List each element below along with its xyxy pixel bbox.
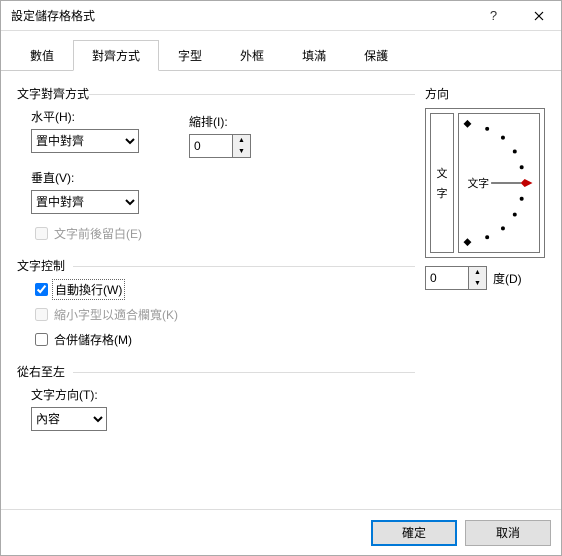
dialog-window: 設定儲存格格式 ? 數值 對齊方式 字型 外框 填滿 保護 文字對齊方式 水平(… xyxy=(0,0,562,556)
label-horizontal: 水平(H): xyxy=(31,108,167,125)
orientation-dial[interactable]: 文字 xyxy=(458,113,540,253)
ok-button[interactable]: 確定 xyxy=(371,520,457,546)
checkbox-wrap-text[interactable]: 自動換行(W) xyxy=(31,280,415,299)
window-title: 設定儲存格格式 xyxy=(11,7,471,24)
label-vertical: 垂直(V): xyxy=(31,169,415,186)
degree-down[interactable]: ▼ xyxy=(469,278,486,289)
orientation-control[interactable]: 文 字 文字 xyxy=(425,108,545,258)
merge-input[interactable] xyxy=(35,333,48,346)
svg-text:文字: 文字 xyxy=(467,176,489,190)
close-icon xyxy=(534,11,544,21)
group-text-alignment: 文字對齊方式 xyxy=(17,85,415,102)
indent-spinner[interactable]: ▲ ▼ xyxy=(189,134,251,158)
degree-up[interactable]: ▲ xyxy=(469,267,486,278)
checkbox-leading-space: 文字前後留白(E) xyxy=(31,224,415,243)
orientation-dial-svg: 文字 xyxy=(459,114,539,252)
indent-up[interactable]: ▲ xyxy=(233,135,250,146)
label-indent: 縮排(I): xyxy=(189,113,251,130)
left-column: 文字對齊方式 水平(H): 置中對齊 縮排(I): ▲ xyxy=(17,85,415,495)
wrap-text-input[interactable] xyxy=(35,283,48,296)
help-button[interactable]: ? xyxy=(471,1,516,31)
group-right-to-left: 從右至左 xyxy=(17,363,415,380)
checkbox-shrink-to-fit: 縮小字型以適合欄寬(K) xyxy=(31,305,415,324)
indent-down[interactable]: ▼ xyxy=(233,146,250,157)
tab-protection[interactable]: 保護 xyxy=(345,40,407,71)
group-orientation: 方向 xyxy=(425,85,545,102)
checkbox-merge-cells[interactable]: 合併儲存格(M) xyxy=(31,330,415,349)
cancel-button[interactable]: 取消 xyxy=(465,520,551,546)
right-column: 方向 文 字 文字 xyxy=(425,85,545,495)
label-text-direction: 文字方向(T): xyxy=(31,386,415,403)
vertical-align-select[interactable]: 置中對齊 xyxy=(31,190,139,214)
group-text-control: 文字控制 xyxy=(17,257,415,274)
orientation-vertical-text[interactable]: 文 字 xyxy=(430,113,454,253)
degree-input[interactable] xyxy=(426,267,468,289)
tab-alignment[interactable]: 對齊方式 xyxy=(73,40,159,71)
tab-strip: 數值 對齊方式 字型 外框 填滿 保護 xyxy=(1,31,561,71)
dialog-footer: 確定 取消 xyxy=(1,509,561,555)
text-direction-select[interactable]: 內容 xyxy=(31,407,107,431)
dialog-body: 文字對齊方式 水平(H): 置中對齊 縮排(I): ▲ xyxy=(1,71,561,509)
degree-spinner[interactable]: ▲ ▼ xyxy=(425,266,487,290)
indent-input[interactable] xyxy=(190,135,232,157)
close-button[interactable] xyxy=(516,1,561,31)
tab-number[interactable]: 數值 xyxy=(11,40,73,71)
shrink-input xyxy=(35,308,48,321)
tab-border[interactable]: 外框 xyxy=(221,40,283,71)
title-bar: 設定儲存格格式 ? xyxy=(1,1,561,31)
tab-fill[interactable]: 填滿 xyxy=(283,40,345,71)
tab-font[interactable]: 字型 xyxy=(159,40,221,71)
horizontal-align-select[interactable]: 置中對齊 xyxy=(31,129,139,153)
leading-space-input xyxy=(35,227,48,240)
label-degrees: 度(D) xyxy=(493,270,522,287)
